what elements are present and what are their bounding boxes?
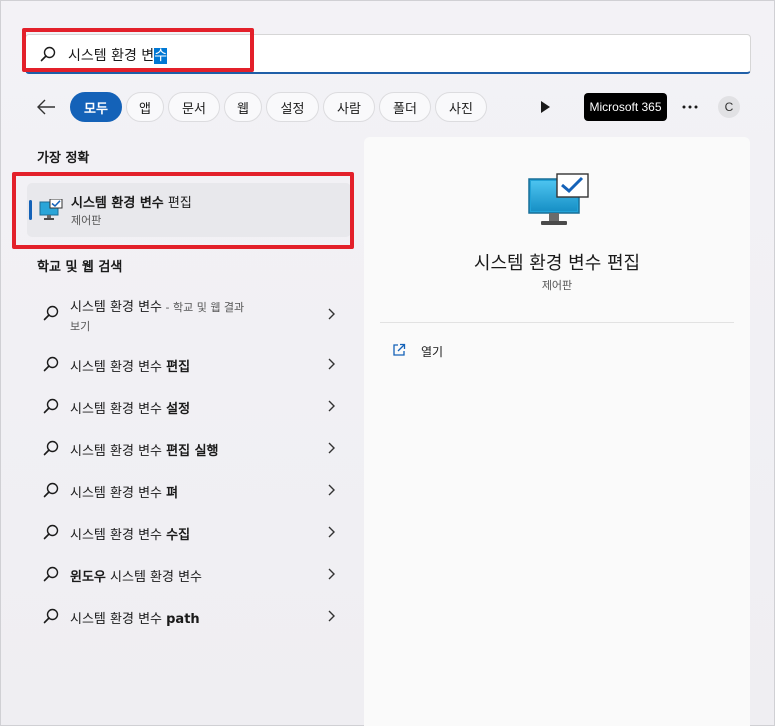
chevron-right-icon <box>328 568 335 580</box>
web-result-bold: 설정 <box>166 402 191 417</box>
web-result-query: 시스템 환경 변수 <box>70 360 167 375</box>
avatar[interactable]: C <box>718 96 740 118</box>
open-external-icon[interactable] <box>392 343 406 357</box>
search-icon <box>43 482 59 498</box>
chevron-right-icon <box>328 400 335 412</box>
back-arrow-icon[interactable] <box>35 97 57 117</box>
tab-settings[interactable]: 설정 <box>266 92 319 122</box>
web-result-bold: path <box>166 612 200 627</box>
tab-documents[interactable]: 문서 <box>168 92 220 122</box>
search-icon <box>43 356 59 372</box>
web-result-item[interactable]: 시스템 환경 변수 편집 <box>27 346 351 382</box>
web-result-query: 시스템 환경 변수 <box>70 612 167 627</box>
detail-title: 시스템 환경 변수 편집 <box>473 253 641 274</box>
web-result-query: 시스템 환경 변수 <box>70 300 162 315</box>
web-result-text: 윈도우 시스템 환경 변수 <box>70 566 202 585</box>
web-result-suffix: - 학교 및 웹 결과 <box>162 301 245 314</box>
web-result-bold: 펴 <box>166 486 179 501</box>
search-query-text: 시스템 환경 변 <box>68 48 155 64</box>
web-result-bold: 편집 <box>166 360 191 375</box>
web-result-query: 시스템 환경 변수 <box>70 402 167 417</box>
web-result-query: 시스템 환경 변수 <box>70 528 167 543</box>
web-result-bold: 편집 실행 <box>166 444 219 459</box>
web-result-query: 시스템 환경 변수 <box>105 570 203 585</box>
detail-subtitle: 제어판 <box>541 279 573 292</box>
best-match-item[interactable]: 시스템 환경 변수 편집 제어판 <box>27 183 351 237</box>
chevron-right-icon <box>328 308 335 320</box>
web-result-text: 시스템 환경 변수 - 학교 및 웹 결과 <box>70 296 244 315</box>
tab-apps[interactable]: 앱 <box>126 92 164 122</box>
search-icon <box>43 305 59 321</box>
search-icon <box>43 440 59 456</box>
search-icon <box>43 398 59 414</box>
microsoft-365-button[interactable]: Microsoft 365 <box>584 93 667 121</box>
search-window: 시스템 환경 변수 모두 앱 문서 웹 설정 사람 폴더 사진 Microsof… <box>0 0 775 726</box>
web-result-text: 시스템 환경 변수 수집 <box>70 524 190 543</box>
tab-photos[interactable]: 사진 <box>435 92 487 122</box>
detail-panel: 시스템 환경 변수 편집 제어판 열기 <box>364 137 750 726</box>
web-result-query: 시스템 환경 변수 <box>70 444 167 459</box>
search-icon <box>43 524 59 540</box>
best-match-heading: 가장 정확 <box>37 151 90 166</box>
filter-bar: 모두 앱 문서 웹 설정 사람 폴더 사진 Microsoft 365 C <box>35 92 755 122</box>
web-result-item[interactable]: 시스템 환경 변수 - 학교 및 웹 결과 보기 <box>27 291 351 337</box>
search-icon <box>43 566 59 582</box>
web-result-item[interactable]: 시스템 환경 변수 편집 실행 <box>27 430 351 466</box>
best-match-title-bold: 시스템 환경 변수 <box>71 196 164 211</box>
divider <box>380 322 734 323</box>
best-match-title-rest: 편집 <box>163 196 192 211</box>
tab-folders[interactable]: 폴더 <box>379 92 431 122</box>
web-search-heading: 학교 및 웹 검색 <box>37 260 123 275</box>
best-match-subtitle: 제어판 <box>71 214 102 227</box>
chevron-right-icon <box>328 526 335 538</box>
search-icon <box>40 46 56 62</box>
web-result-text: 시스템 환경 변수 펴 <box>70 482 178 501</box>
web-result-text: 시스템 환경 변수 편집 실행 <box>70 440 219 459</box>
more-options-icon[interactable] <box>682 105 698 109</box>
chevron-right-icon <box>328 610 335 622</box>
search-icon <box>43 608 59 624</box>
selection-indicator <box>29 200 32 220</box>
tab-web[interactable]: 웹 <box>224 92 262 122</box>
web-result-item[interactable]: 시스템 환경 변수 path <box>27 598 351 634</box>
web-result-item[interactable]: 윈도우 시스템 환경 변수 <box>27 556 351 592</box>
play-icon[interactable] <box>539 100 551 114</box>
chevron-right-icon <box>328 484 335 496</box>
web-result-text: 시스템 환경 변수 path <box>70 608 200 627</box>
search-query: 시스템 환경 변수 <box>68 45 168 65</box>
tab-all[interactable]: 모두 <box>70 92 122 122</box>
best-match-title: 시스템 환경 변수 편집 <box>71 192 192 211</box>
web-result-text: 시스템 환경 변수 설정 <box>70 398 190 417</box>
chevron-right-icon <box>328 442 335 454</box>
search-input[interactable]: 시스템 환경 변수 <box>25 34 751 74</box>
web-result-bold: 수집 <box>166 528 191 543</box>
open-action[interactable]: 열기 <box>421 343 443 360</box>
chevron-right-icon <box>328 358 335 370</box>
system-properties-icon <box>39 199 63 220</box>
web-result-bold: 윈도우 <box>70 570 106 585</box>
web-result-item[interactable]: 시스템 환경 변수 펴 <box>27 472 351 508</box>
search-query-selection: 수 <box>154 48 168 64</box>
web-result-item[interactable]: 시스템 환경 변수 수집 <box>27 514 351 550</box>
system-properties-icon <box>528 173 589 225</box>
tab-people[interactable]: 사람 <box>323 92 375 122</box>
web-result-query: 시스템 환경 변수 <box>70 486 167 501</box>
web-result-text-line2: 보기 <box>70 320 91 333</box>
web-result-text: 시스템 환경 변수 편집 <box>70 356 190 375</box>
web-result-item[interactable]: 시스템 환경 변수 설정 <box>27 388 351 424</box>
